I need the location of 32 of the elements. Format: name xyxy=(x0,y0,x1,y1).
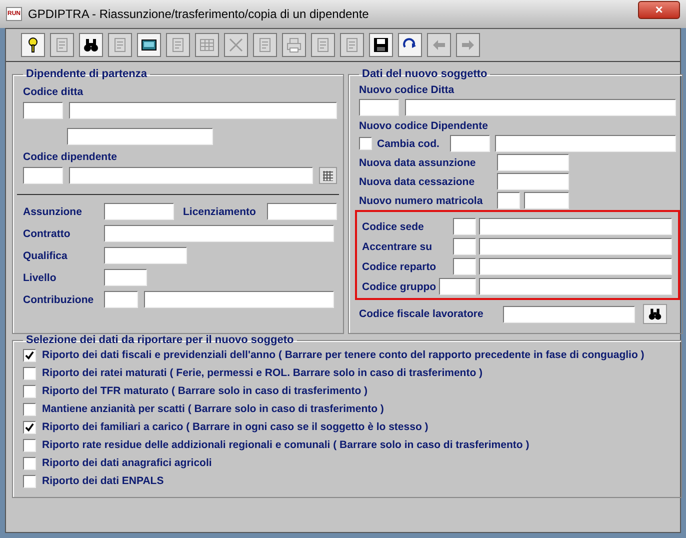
field-label: Assunzione xyxy=(23,206,83,218)
field-label: Codice reparto xyxy=(362,260,438,272)
field-label: Nuova data assunzione xyxy=(359,156,477,168)
window-title: GPDIPTRA - Riassunzione/trasferimento/copia di un dipendente xyxy=(28,7,370,21)
field-label: Nuovo codice Dipendente xyxy=(359,120,489,132)
checkbox-label: Riporto dei dati ENPALS xyxy=(42,475,164,487)
checkbox-label: Riporto del TFR maturato ( Barrare solo in caso di trasferimento ) xyxy=(42,385,368,397)
field-label: Contribuzione xyxy=(23,294,95,306)
group-title: Dati del nuovo soggetto xyxy=(361,68,488,80)
field-label: Nuovo codice Ditta xyxy=(359,84,456,96)
checkbox-label: Cambia cod. xyxy=(377,138,440,150)
field-label: Codice ditta xyxy=(23,86,84,98)
checkbox-label: Riporto rate residue delle addizionali regionali e comunali ( Barrare solo in caso di trasferimento ) xyxy=(42,439,530,451)
group-title: Selezione dei dati da riportare per il nuovo soggeto xyxy=(25,334,295,346)
checkbox-label: Mantiene anzianità per scatti ( Barrare solo in caso di trasferimento ) xyxy=(42,403,384,415)
group-title: Dipendente di partenza xyxy=(25,68,148,80)
field-label: Codice fiscale lavoratore xyxy=(359,308,484,320)
field-label: Codice dipendente xyxy=(23,151,118,163)
checkbox-label: Riporto dei dati fiscali e previdenziali dell'anno ( Barrare per tenere conto del rapporto precedente in fase di conguaglio ) xyxy=(42,349,644,361)
close-button[interactable]: × xyxy=(638,1,680,19)
field-label: Accentrare su xyxy=(362,240,434,252)
field-label: Nuova data cessazione xyxy=(359,176,476,188)
field-label: Codice sede xyxy=(362,220,425,232)
field-label: Qualifica xyxy=(23,250,68,262)
field-label: Contratto xyxy=(23,228,72,240)
field-label: Livello xyxy=(23,272,58,284)
field-label: Licenziamento xyxy=(183,206,257,218)
checkbox-label: Riporto dei ratei maturati ( Ferie, permessi e ROL. Barrare solo in caso di trasferimento ) xyxy=(42,367,483,379)
field-label: Nuovo numero matricola xyxy=(359,194,484,206)
checkbox-label: Riporto dei familiari a carico ( Barrare in ogni caso se il soggetto è lo stesso ) xyxy=(42,421,428,433)
field-label: Codice gruppo xyxy=(362,280,436,292)
checkbox-label: Riporto dei dati anagrafici agricoli xyxy=(42,457,212,469)
